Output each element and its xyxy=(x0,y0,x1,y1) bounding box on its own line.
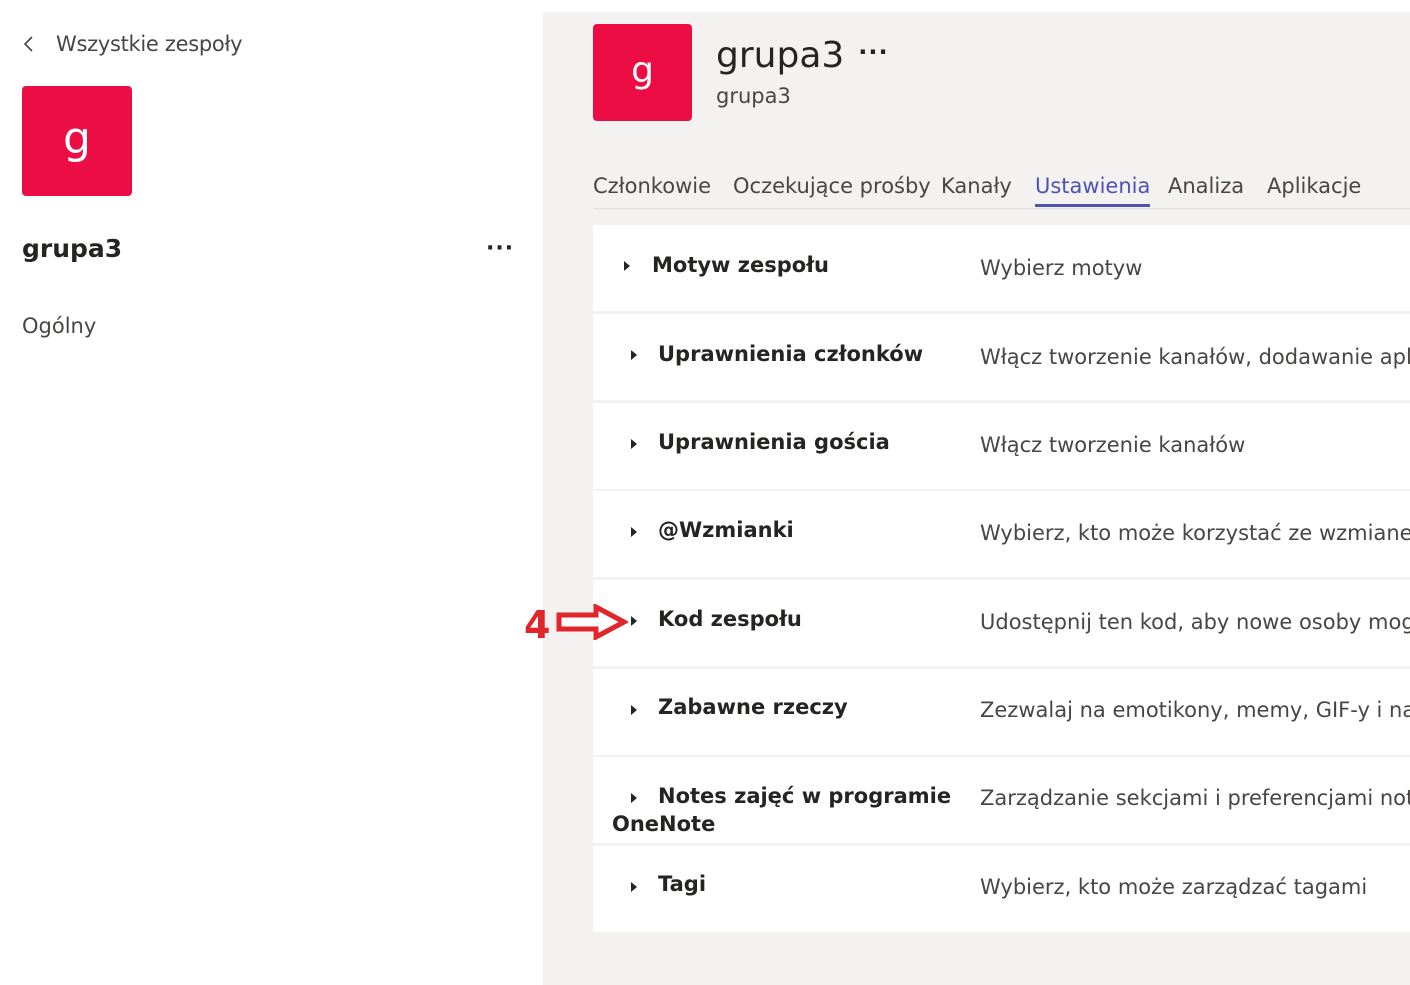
tab-pending-requests[interactable]: Oczekujące prośby xyxy=(733,174,931,207)
setting-description: Wybierz, kto może korzystać ze wzmianek … xyxy=(980,521,1410,545)
setting-title: Zabawne rzeczy xyxy=(658,695,848,719)
tab-bar: Członkowie Oczekujące prośby Kanały Usta… xyxy=(593,172,1410,209)
setting-title: Tagi xyxy=(658,872,707,896)
tab-settings[interactable]: Ustawienia xyxy=(1035,174,1151,207)
expand-caret-icon xyxy=(631,527,637,537)
expand-caret-icon xyxy=(624,261,630,271)
expand-caret-icon xyxy=(631,350,637,360)
setting-description: Udostępnij ten kod, aby nowe osoby mogły… xyxy=(980,610,1410,634)
back-label: Wszystkie zespoły xyxy=(56,32,243,56)
team-avatar: g xyxy=(22,86,132,196)
tab-members[interactable]: Członkowie xyxy=(593,174,711,207)
team-more-options-button[interactable]: ··· xyxy=(486,236,514,261)
setting-fun-stuff[interactable]: Zabawne rzeczy Zezwalaj na emotikony, me… xyxy=(593,669,1410,755)
setting-team-code[interactable]: Kod zespołu Udostępnij ten kod, aby nowe… xyxy=(593,580,1410,666)
setting-member-permissions[interactable]: Uprawnienia członków Włącz tworzenie kan… xyxy=(593,314,1410,400)
setting-title: Uprawnienia członków xyxy=(658,342,924,366)
setting-tags[interactable]: Tagi Wybierz, kto może zarządzać tagami xyxy=(593,846,1410,932)
setting-description: Wybierz motyw xyxy=(980,256,1143,280)
page-subtitle: grupa3 xyxy=(716,84,791,108)
setting-title-line2: OneNote xyxy=(612,812,716,836)
header-more-options-button[interactable]: ··· xyxy=(858,40,888,64)
expand-caret-icon xyxy=(631,705,637,715)
setting-guest-permissions[interactable]: Uprawnienia gościa Włącz tworzenie kanał… xyxy=(593,403,1410,489)
setting-title-line1: Notes zajęć w programie xyxy=(658,784,952,808)
setting-onenote-class-notebook[interactable]: Notes zajęć w programie OneNote Zarządza… xyxy=(593,757,1410,843)
setting-mentions[interactable]: @Wzmianki Wybierz, kto może korzystać ze… xyxy=(593,491,1410,577)
tab-channels[interactable]: Kanały xyxy=(941,174,1012,207)
chevron-left-icon xyxy=(23,36,33,52)
annotation-step-number: 4 xyxy=(524,603,551,647)
channel-item-general[interactable]: Ogólny xyxy=(22,314,96,338)
tab-analytics[interactable]: Analiza xyxy=(1168,174,1244,207)
expand-caret-icon xyxy=(631,882,637,892)
expand-caret-icon xyxy=(631,616,637,626)
setting-description: Wybierz, kto może zarządzać tagami xyxy=(980,875,1368,899)
page-title: grupa3 ··· xyxy=(716,38,889,74)
header-team-avatar: g xyxy=(593,24,692,121)
setting-description: Włącz tworzenie kanałów, dodawanie aplik… xyxy=(980,345,1410,369)
annotation-arrow-icon xyxy=(556,604,628,640)
setting-description: Zezwalaj na emotikony, memy, GIF-y i nak… xyxy=(980,698,1410,722)
back-to-all-teams-link[interactable]: Wszystkie zespoły xyxy=(22,30,243,58)
expand-caret-icon xyxy=(631,793,637,803)
setting-title: @Wzmianki xyxy=(658,518,794,542)
expand-caret-icon xyxy=(631,439,637,449)
team-sidebar: Wszystkie zespoły g grupa3 ··· Ogólny xyxy=(0,0,543,985)
team-settings-panel: g grupa3 ··· grupa3 Członkowie Oczekując… xyxy=(543,12,1410,985)
page-title-text: grupa3 xyxy=(716,35,845,76)
setting-team-theme[interactable]: Motyw zespołu Wybierz motyw xyxy=(593,225,1410,311)
setting-title: Uprawnienia gościa xyxy=(658,430,890,454)
setting-description: Włącz tworzenie kanałów xyxy=(980,433,1246,457)
setting-description: Zarządzanie sekcjami i preferencjami not… xyxy=(980,786,1410,810)
team-name: grupa3 xyxy=(22,234,123,263)
setting-title: Motyw zespołu xyxy=(652,253,829,277)
setting-title: Kod zespołu xyxy=(658,607,802,631)
tab-apps[interactable]: Aplikacje xyxy=(1267,174,1361,207)
